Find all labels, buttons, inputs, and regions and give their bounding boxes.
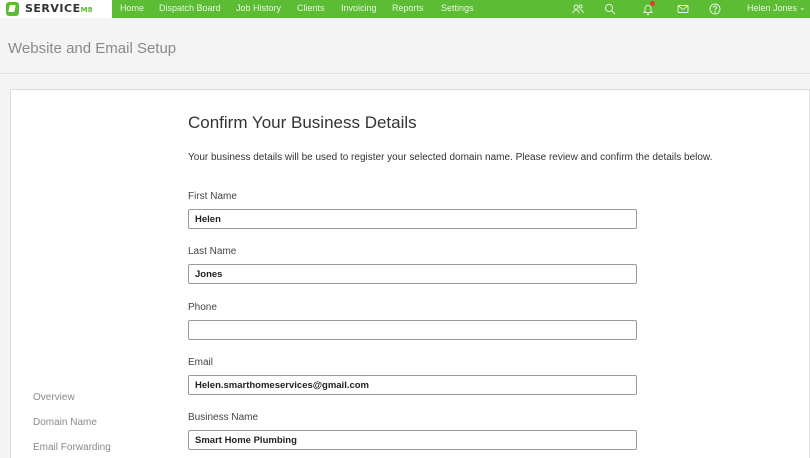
sidebar-item-domain-name[interactable]: Domain Name	[33, 417, 97, 428]
email-label: Email	[188, 357, 214, 368]
business-name-label: Business Name	[188, 412, 259, 423]
page-title: Website and Email Setup	[8, 40, 177, 57]
sidebar-item-overview[interactable]: Overview	[33, 392, 75, 403]
servicem8-logo[interactable]: SERVICEM8	[0, 0, 112, 18]
sidebar-item-email-forwarding[interactable]: Email Forwarding	[33, 442, 111, 453]
nav-dispatch-board[interactable]: Dispatch Board	[159, 3, 221, 13]
nav-home[interactable]: Home	[120, 3, 144, 13]
first-name-label: First Name	[188, 191, 237, 202]
notification-badge	[650, 1, 655, 6]
user-menu-name[interactable]: Helen Jones	[747, 3, 797, 13]
nav-invoicing[interactable]: Invoicing	[341, 3, 377, 13]
logo-suffix: M8	[80, 6, 93, 14]
phone-label: Phone	[188, 302, 217, 313]
nav-clients[interactable]: Clients	[297, 3, 325, 13]
form-heading: Confirm Your Business Details	[188, 113, 417, 132]
nav-settings[interactable]: Settings	[441, 3, 474, 13]
people-icon[interactable]	[570, 1, 586, 17]
logo-text: SERVICE	[25, 2, 81, 15]
chevron-down-icon[interactable]: ⌄	[799, 3, 806, 12]
email-input[interactable]	[188, 375, 637, 395]
header-divider	[0, 73, 810, 74]
form-description: Your business details will be used to re…	[188, 152, 713, 163]
top-navigation-bar: SERVICEM8 Home Dispatch Board Job Histor…	[0, 0, 810, 18]
bell-icon[interactable]	[640, 1, 656, 17]
last-name-input[interactable]	[188, 264, 637, 284]
last-name-label: Last Name	[188, 246, 237, 257]
first-name-input[interactable]	[188, 209, 637, 229]
nav-reports[interactable]: Reports	[392, 3, 424, 13]
logo-icon	[6, 2, 19, 16]
help-icon[interactable]	[707, 1, 723, 17]
nav-job-history[interactable]: Job History	[236, 3, 281, 13]
mail-icon[interactable]	[675, 1, 691, 17]
search-icon[interactable]	[602, 1, 618, 17]
phone-input[interactable]	[188, 320, 637, 340]
business-name-input[interactable]	[188, 430, 637, 450]
